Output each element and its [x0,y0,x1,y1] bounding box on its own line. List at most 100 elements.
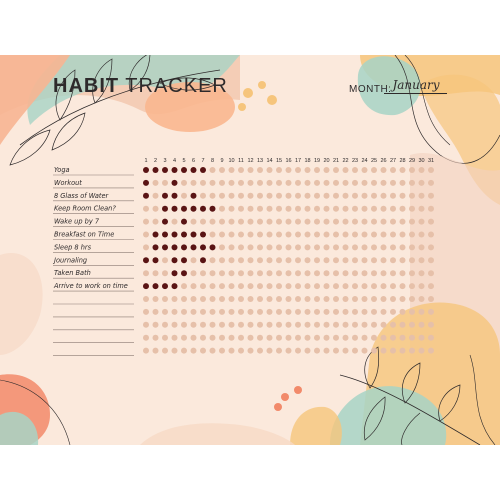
habit-dot-empty[interactable] [361,231,368,238]
habit-dot-empty[interactable] [200,296,206,302]
habit-dot-done[interactable] [143,167,149,173]
habit-dot-empty[interactable] [380,167,387,173]
habit-dot-empty[interactable] [323,321,330,328]
habit-dot-empty[interactable] [238,218,244,225]
habit-dot-empty[interactable] [200,283,206,290]
habit-dot-done[interactable] [181,270,187,277]
habit-dot-empty[interactable] [295,270,301,277]
habit-dot-empty[interactable] [361,205,368,212]
habit-dot-empty[interactable] [200,334,206,341]
habit-dot-empty[interactable] [371,334,377,341]
habit-dot-empty[interactable] [428,205,434,212]
habit-dot-empty[interactable] [352,192,358,199]
habit-dot-empty[interactable] [152,218,159,225]
habit-dot-empty[interactable] [323,296,330,302]
habit-dot-empty[interactable] [295,347,301,354]
habit-dot-done[interactable] [171,244,178,251]
habit-dot-empty[interactable] [209,192,216,199]
habit-dot-empty[interactable] [152,192,159,199]
habit-dot-empty[interactable] [219,179,225,186]
habit-dot-empty[interactable] [209,321,216,328]
habit-dot-empty[interactable] [228,167,235,173]
habit-dot-empty[interactable] [390,308,396,315]
habit-dot-empty[interactable] [295,283,301,290]
habit-dot-empty[interactable] [276,218,282,225]
habit-dot-empty[interactable] [295,334,301,341]
habit-dot-empty[interactable] [190,283,197,290]
habit-dot-empty[interactable] [304,283,311,290]
habit-dot-empty[interactable] [228,192,235,199]
habit-dot-empty[interactable] [428,296,434,302]
habit-dot-done[interactable] [152,283,159,290]
habit-dot-empty[interactable] [399,283,406,290]
habit-dot-empty[interactable] [228,321,235,328]
habit-dot-done[interactable] [200,257,206,264]
habit-dot-empty[interactable] [276,205,282,212]
habit-dot-empty[interactable] [257,231,263,238]
habit-dot-empty[interactable] [276,296,282,302]
habit-dot-empty[interactable] [276,167,282,173]
habit-dot-done[interactable] [162,283,168,290]
habit-dot-empty[interactable] [304,179,311,186]
habit-dot-empty[interactable] [409,334,415,341]
habit-dot-empty[interactable] [409,205,415,212]
habit-dot-empty[interactable] [266,218,273,225]
habit-dot-empty[interactable] [209,167,216,173]
habit-dot-done[interactable] [171,205,178,212]
habit-dot-empty[interactable] [371,257,377,264]
habit-dot-empty[interactable] [295,308,301,315]
habit-dot-empty[interactable] [257,218,263,225]
habit-dot-empty[interactable] [371,244,377,251]
habit-dot-empty[interactable] [371,167,377,173]
habit-dot-empty[interactable] [390,296,396,302]
habit-dot-empty[interactable] [428,192,434,199]
habit-dot-empty[interactable] [285,244,292,251]
habit-dot-empty[interactable] [428,334,434,341]
habit-dot-empty[interactable] [209,334,216,341]
habit-dot-empty[interactable] [409,192,415,199]
habit-dot-empty[interactable] [295,167,301,173]
habit-dot-empty[interactable] [276,270,282,277]
habit-dot-empty[interactable] [181,308,187,315]
habit-dot-empty[interactable] [152,270,159,277]
habit-dot-empty[interactable] [200,347,206,354]
habit-dot-empty[interactable] [314,283,320,290]
habit-dot-empty[interactable] [228,205,235,212]
habit-dot-empty[interactable] [209,296,216,302]
habit-dot-empty[interactable] [371,296,377,302]
habit-dot-empty[interactable] [323,308,330,315]
habit-dot-empty[interactable] [342,179,349,186]
habit-dot-empty[interactable] [428,167,434,173]
habit-dot-done[interactable] [162,192,168,199]
habit-dot-empty[interactable] [266,270,273,277]
habit-dot-empty[interactable] [247,244,254,251]
habit-dot-empty[interactable] [304,244,311,251]
habit-dot-empty[interactable] [371,179,377,186]
habit-dot-empty[interactable] [247,347,254,354]
habit-dot-empty[interactable] [361,347,368,354]
habit-dot-empty[interactable] [418,257,425,264]
habit-dot-empty[interactable] [276,257,282,264]
habit-dot-empty[interactable] [209,179,216,186]
habit-dot-empty[interactable] [257,257,263,264]
habit-dot-empty[interactable] [342,205,349,212]
habit-dot-empty[interactable] [371,283,377,290]
habit-dot-empty[interactable] [152,347,159,354]
habit-dot-empty[interactable] [333,231,339,238]
habit-dot-done[interactable] [181,167,187,173]
habit-dot-done[interactable] [171,167,178,173]
habit-dot-empty[interactable] [247,218,254,225]
habit-dot-empty[interactable] [276,179,282,186]
habit-dot-empty[interactable] [333,283,339,290]
habit-dot-empty[interactable] [342,270,349,277]
habit-dot-empty[interactable] [162,308,168,315]
habit-dot-empty[interactable] [295,257,301,264]
habit-dot-empty[interactable] [152,321,159,328]
habit-dot-empty[interactable] [304,270,311,277]
habit-dot-empty[interactable] [247,283,254,290]
habit-dot-empty[interactable] [352,283,358,290]
habit-dot-empty[interactable] [143,205,149,212]
habit-dot-empty[interactable] [228,296,235,302]
habit-dot-empty[interactable] [390,257,396,264]
habit-dot-empty[interactable] [314,167,320,173]
